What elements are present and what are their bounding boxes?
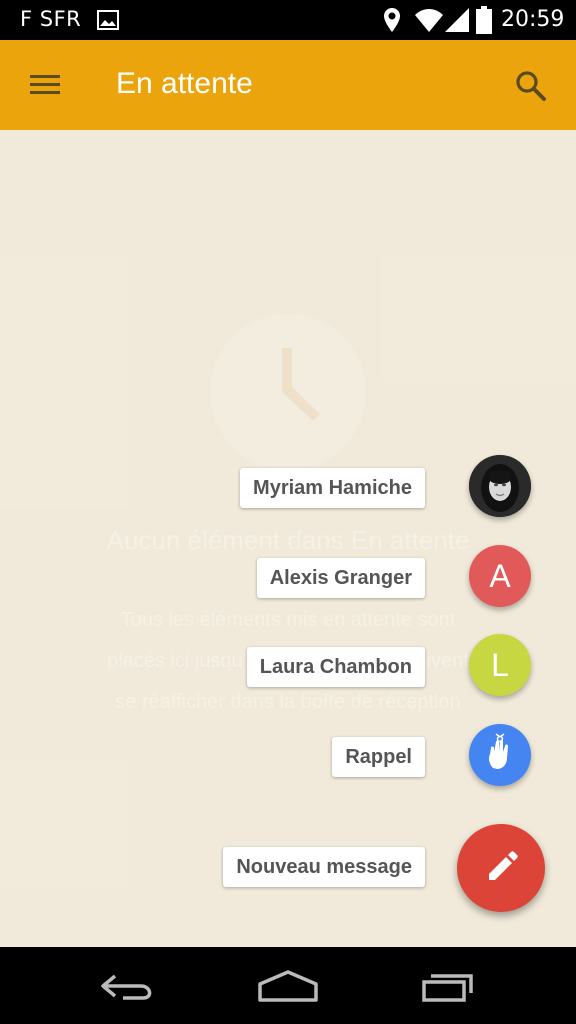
search-button[interactable] (513, 68, 549, 104)
status-bar: F SFR 20:59 (0, 0, 576, 40)
search-icon (516, 71, 546, 101)
home-icon (258, 970, 318, 1002)
signal-icon (444, 7, 470, 37)
menu-button[interactable] (30, 71, 62, 99)
contact-avatar-alexis[interactable]: A (469, 545, 531, 607)
recent-apps-button[interactable] (420, 967, 478, 1012)
speed-dial-label-laura[interactable]: Laura Chambon (246, 647, 425, 687)
reminder-hand-icon (489, 733, 508, 769)
contact-photo-icon (469, 455, 531, 517)
speed-dial-label-alexis[interactable]: Alexis Granger (256, 558, 425, 598)
back-button[interactable] (99, 967, 157, 1012)
speed-dial-label-myriam[interactable]: Myriam Hamiche (240, 468, 425, 508)
carrier-name: F SFR (20, 7, 82, 31)
back-icon (101, 974, 152, 1000)
home-button[interactable] (257, 967, 319, 1012)
pencil-icon (489, 851, 518, 880)
speed-dial-label-reminder[interactable]: Rappel (332, 737, 425, 777)
contact-avatar-laura[interactable]: L (469, 634, 531, 696)
wifi-icon (414, 7, 444, 37)
menu-icon (30, 75, 60, 94)
location-icon (383, 7, 401, 37)
page-title: En attente (116, 67, 253, 100)
content-area: Aucun élément dans En attente Tous les é… (0, 130, 576, 947)
battery-icon (476, 6, 492, 38)
status-time: 20:59 (501, 7, 565, 32)
recent-apps-icon (422, 974, 473, 1002)
speed-dial-label-new-message[interactable]: Nouveau message (223, 847, 425, 887)
compose-button[interactable] (457, 824, 545, 912)
contact-avatar-myriam[interactable] (469, 455, 531, 517)
image-notification-icon (97, 10, 119, 34)
reminder-button[interactable] (469, 724, 531, 786)
app-bar: En attente (0, 40, 576, 130)
navigation-bar (0, 947, 576, 1024)
